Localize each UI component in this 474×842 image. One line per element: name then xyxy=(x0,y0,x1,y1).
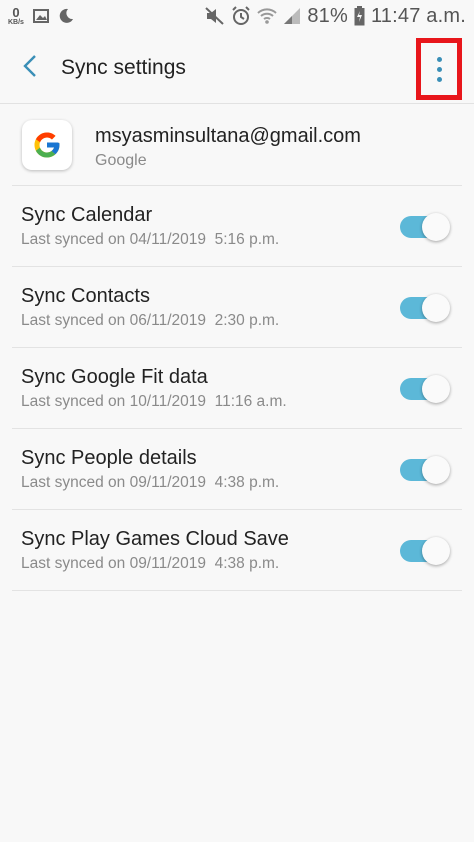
data-speed-unit: KB/s xyxy=(8,19,24,26)
status-bar: 0 KB/s 81% 11:47 a.m. xyxy=(0,0,474,32)
signal-icon xyxy=(283,7,301,25)
sync-item-title: Sync Google Fit data xyxy=(21,366,208,388)
alarm-icon xyxy=(231,6,251,26)
google-logo-icon xyxy=(22,120,72,170)
battery-icon xyxy=(354,6,365,26)
moon-icon xyxy=(58,8,74,24)
sync-item-subtitle: Last synced on 04/11/2019 5:16 p.m. xyxy=(21,231,280,248)
sync-item-calendar[interactable]: Sync Calendar Last synced on 04/11/2019 … xyxy=(0,186,474,267)
more-options-button[interactable] xyxy=(416,38,462,100)
sync-item-subtitle: Last synced on 06/11/2019 2:30 p.m. xyxy=(21,312,280,329)
sync-item-subtitle: Last synced on 09/11/2019 4:38 p.m. xyxy=(21,555,280,572)
sync-item-google-fit[interactable]: Sync Google Fit data Last synced on 10/1… xyxy=(0,348,474,429)
more-vert-icon xyxy=(436,56,442,82)
sync-toggle-google-fit[interactable] xyxy=(400,375,450,403)
account-email: msyasminsultana@gmail.com xyxy=(95,125,361,147)
sync-item-title: Sync People details xyxy=(21,447,197,469)
sync-list: Sync Calendar Last synced on 04/11/2019 … xyxy=(0,186,474,591)
page-title: Sync settings xyxy=(61,56,186,79)
sync-item-subtitle: Last synced on 09/11/2019 4:38 p.m. xyxy=(21,474,280,491)
status-right: 81% 11:47 a.m. xyxy=(205,5,466,28)
wifi-icon xyxy=(257,7,278,25)
account-row: msyasminsultana@gmail.com Google xyxy=(0,104,474,186)
account-type: Google xyxy=(95,152,147,169)
sync-item-play-games[interactable]: Sync Play Games Cloud Save Last synced o… xyxy=(0,510,474,591)
sync-item-title: Sync Contacts xyxy=(21,285,150,307)
data-speed: 0 KB/s xyxy=(8,6,24,26)
data-speed-value: 0 xyxy=(12,5,20,20)
image-icon xyxy=(32,9,49,23)
sync-item-subtitle: Last synced on 10/11/2019 11:16 a.m. xyxy=(21,393,287,410)
sync-item-people-details[interactable]: Sync People details Last synced on 09/11… xyxy=(0,429,474,510)
chevron-left-icon xyxy=(22,54,38,83)
status-left: 0 KB/s xyxy=(8,6,74,26)
sync-item-title: Sync Play Games Cloud Save xyxy=(21,528,289,550)
app-bar: Sync settings xyxy=(0,32,474,104)
sync-toggle-people-details[interactable] xyxy=(400,456,450,484)
clock: 11:47 a.m. xyxy=(370,4,466,27)
battery-percent: 81% xyxy=(307,4,348,27)
sync-toggle-play-games[interactable] xyxy=(400,537,450,565)
divider xyxy=(12,590,462,591)
sync-toggle-contacts[interactable] xyxy=(400,294,450,322)
sync-item-title: Sync Calendar xyxy=(21,204,153,226)
mute-icon xyxy=(205,7,225,25)
sync-toggle-calendar[interactable] xyxy=(400,213,450,241)
sync-item-contacts[interactable]: Sync Contacts Last synced on 06/11/2019 … xyxy=(0,267,474,348)
back-button[interactable] xyxy=(14,52,46,84)
